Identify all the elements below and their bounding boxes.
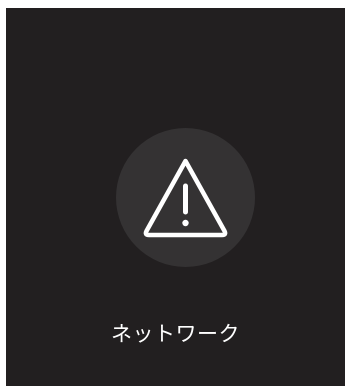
warning-icon-badge (116, 128, 255, 267)
warning-triangle-icon (143, 158, 228, 238)
network-label: ネットワーク (111, 322, 240, 346)
network-card[interactable]: ネットワーク (6, 8, 345, 386)
